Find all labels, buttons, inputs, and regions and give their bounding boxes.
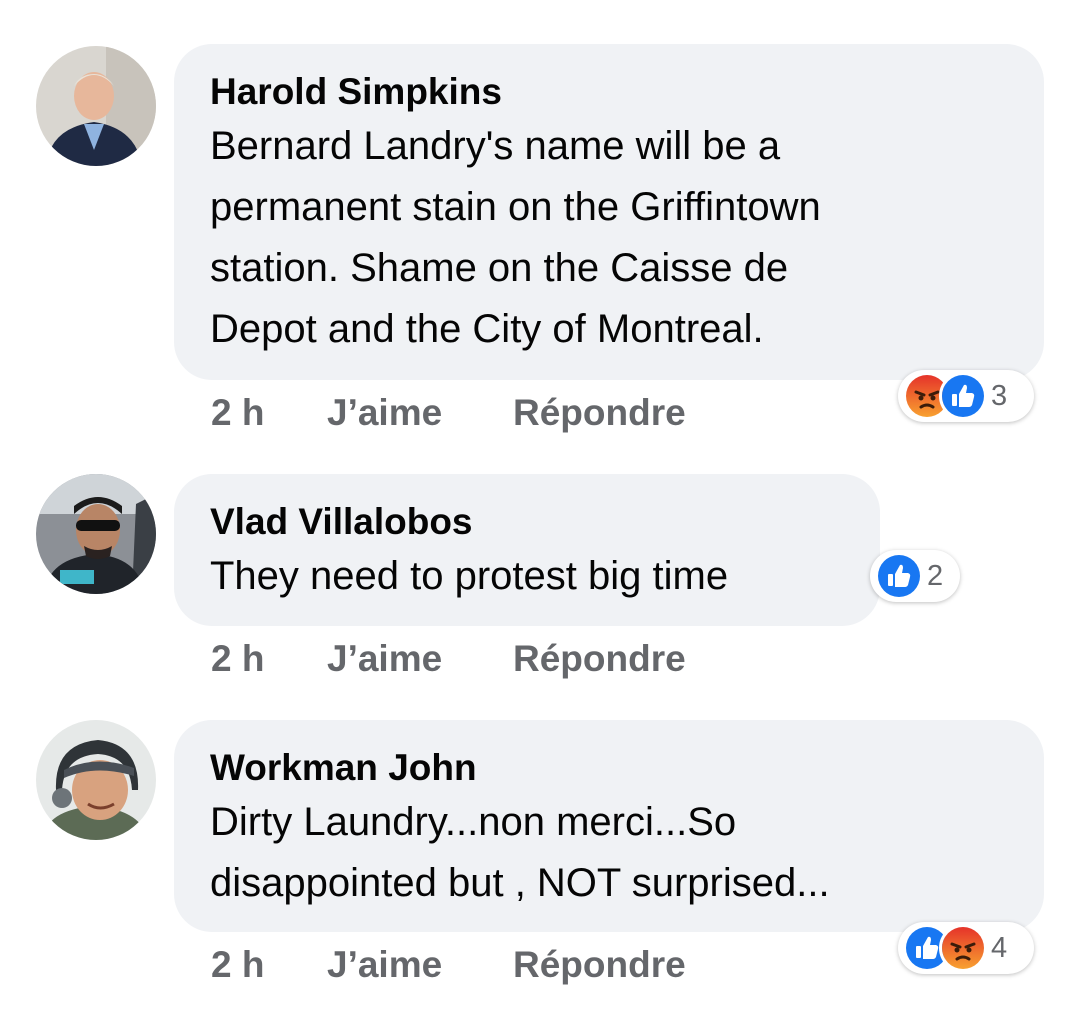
comment-author[interactable]: Workman John [210,746,1008,790]
comment-text: Bernard Landry's name will be a permanen… [210,116,1008,360]
reaction-count: 2 [927,559,944,592]
comment-text: They need to protest big time [210,546,844,607]
comment-author[interactable]: Vlad Villalobos [210,500,844,544]
comment-text: Dirty Laundry...non merci...So disappoin… [210,792,1008,914]
timestamp[interactable]: 2 h [211,944,264,986]
comment-line: Bernard Landry's name will be a [210,124,781,168]
avatar-vlad-villalobos[interactable] [36,474,156,594]
comment-line: Depot and the City of Montreal. [210,307,764,351]
comment-line: disappointed but , NOT surprised... [210,861,830,905]
comment-line: They need to protest big time [210,554,729,598]
comment-author[interactable]: Harold Simpkins [210,70,1008,114]
comment-bubble: Workman John Dirty Laundry...non merci..… [174,720,1044,932]
comment-actions: 2 h J’aime Répondre [0,944,1080,988]
avatar-workman-john[interactable] [36,720,156,840]
comment-bubble: Harold Simpkins Bernard Landry's name wi… [174,44,1044,380]
like-icon [875,552,923,600]
comment-line: permanent stain on the Griffintown [210,185,821,229]
avatar-harold-simpkins[interactable] [36,46,156,166]
reactions-summary[interactable]: 2 [870,550,960,602]
timestamp[interactable]: 2 h [211,638,264,680]
comment-bubble: Vlad Villalobos They need to protest big… [174,474,880,626]
like-button[interactable]: J’aime [327,944,442,986]
like-button[interactable]: J’aime [327,392,442,434]
timestamp[interactable]: 2 h [211,392,264,434]
comment-line: Dirty Laundry...non merci...So [210,800,737,844]
comment-line: station. Shame on the Caisse de [210,246,789,290]
like-button[interactable]: J’aime [327,638,442,680]
reply-button[interactable]: Répondre [513,392,686,434]
reply-button[interactable]: Répondre [513,638,686,680]
reply-button[interactable]: Répondre [513,944,686,986]
comment-actions: 2 h J’aime Répondre [0,638,1080,682]
comment-actions: 2 h J’aime Répondre [0,392,1080,436]
